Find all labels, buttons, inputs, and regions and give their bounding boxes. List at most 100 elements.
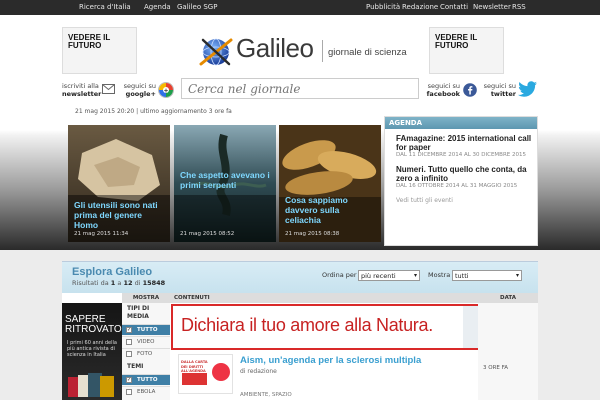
chevron-down-icon: ▾	[515, 272, 519, 279]
svg-text:+: +	[163, 87, 168, 94]
featured-date-3: 21 mag 2015 08:38	[285, 231, 340, 237]
filter-theme-tutto[interactable]: ✓ TUTTO	[122, 374, 170, 385]
featured-article-2[interactable]: Che aspetto avevano i primi serpenti 21 …	[174, 125, 276, 242]
facebook-link[interactable]: seguici su facebook	[422, 82, 460, 98]
twitter-text-top: seguici su	[483, 82, 516, 90]
globe-icon	[199, 38, 233, 66]
article-thumbnail[interactable]: DALLA CARTA DEI DIRITTI ALL'AGENDA	[178, 354, 233, 394]
featured-title-2[interactable]: Che aspetto avevano i primi serpenti	[180, 170, 272, 190]
checkbox-checked[interactable]: ✓	[126, 327, 132, 333]
checkbox-unchecked[interactable]	[126, 351, 132, 357]
article-title[interactable]: Aism, un'agenda per la sclerosi multipla	[240, 355, 421, 366]
featured-title-3[interactable]: Cosa sappiamo davvero sulla celiachia	[285, 195, 377, 225]
agenda-item-2-title[interactable]: Numeri. Tutto quello che conta, da zero …	[396, 165, 534, 183]
sapere-ritrovato-promo[interactable]: SAPERE RITROVATO I primi 60 anni della p…	[62, 303, 122, 400]
filter-media-tutto[interactable]: ✓ TUTTO	[122, 324, 170, 335]
nav-rss[interactable]: RSS	[512, 3, 526, 11]
thumbnail-circle	[212, 363, 230, 381]
article-tags[interactable]: AMBIENTE, SPAZIO	[240, 392, 292, 398]
article-author: di redazione	[240, 368, 277, 375]
top-nav-bar: Ricerca d'Italia Agenda Galileo SGP Pubb…	[0, 0, 600, 15]
google-text-top: seguici su	[123, 82, 156, 90]
google-plus-icon[interactable]: +	[158, 82, 174, 98]
twitter-text-bottom: twitter	[490, 90, 516, 98]
checkbox-unchecked[interactable]	[126, 389, 132, 395]
agenda-item-1-dates: DAL 11 DICEMBRE 2014 AL 30 DICEMBRE 2015	[396, 152, 526, 158]
logo-separator	[322, 40, 323, 62]
ad-right-text: VEDERE IL FUTURO	[435, 33, 478, 50]
filter-panel: TIPI DI MEDIA ✓ TUTTO VIDEO FOTO TEMI ✓ …	[122, 303, 170, 400]
featured-title-1[interactable]: Gli utensili sono nati prima del genere …	[74, 200, 166, 230]
newsletter-text-bottom: newsletter	[62, 90, 102, 98]
column-header-contenuti: CONTENUTI	[170, 293, 478, 303]
checkbox-unchecked[interactable]	[126, 339, 132, 345]
google-link[interactable]: seguici su google+	[118, 82, 156, 98]
results-prefix: Risultati da	[72, 279, 109, 287]
dateline: 21 mag 2015 20:20 | ultimo aggiornamento…	[75, 108, 232, 115]
nav-redazione[interactable]: Redazione	[402, 3, 438, 11]
media-type-label: TIPI DI MEDIA	[127, 305, 150, 320]
search-input[interactable]	[188, 82, 412, 96]
explore-bar: Esplora Galileo Risultati da 1 a 12 di 1…	[62, 261, 538, 293]
ad-left[interactable]: VEDERE IL FUTURO	[62, 27, 137, 74]
filter-media-foto-label: FOTO	[137, 351, 153, 357]
order-label: Ordina per	[322, 271, 357, 279]
article-time: 3 ORE FA	[483, 365, 509, 371]
envelope-icon[interactable]	[102, 84, 115, 94]
nav-pubblicita[interactable]: Pubblicità	[366, 3, 400, 11]
filter-media-video-label: VIDEO	[137, 339, 155, 345]
logo-name: Galileo	[236, 33, 314, 63]
facebook-icon[interactable]	[463, 83, 477, 97]
filter-theme-ebola[interactable]: EBOLA	[122, 386, 170, 397]
thumbnail-red-block	[182, 373, 207, 385]
newsletter-text-top: iscriviti alla	[62, 82, 99, 90]
order-select[interactable]: più recenti ▾	[358, 270, 420, 281]
featured-date-2: 21 mag 2015 08:52	[180, 231, 235, 237]
column-header-mostra: MOSTRA	[122, 293, 170, 303]
twitter-bird-icon[interactable]	[518, 81, 538, 97]
results-to: 12	[123, 279, 133, 287]
filter-theme-ebola-label: EBOLA	[137, 389, 156, 395]
logo-tagline: giornale di scienza	[328, 47, 407, 58]
results-mid: a	[117, 279, 122, 287]
newsletter-link[interactable]: iscriviti alla newsletter	[62, 82, 102, 98]
filter-media-foto[interactable]: FOTO	[122, 348, 170, 359]
ad-left-text: VEDERE IL FUTURO	[68, 33, 111, 50]
chevron-down-icon: ▾	[413, 272, 417, 279]
facebook-text-top: seguici su	[427, 82, 460, 90]
twitter-link[interactable]: seguici su twitter	[478, 82, 516, 98]
nav-agenda[interactable]: Agenda	[144, 3, 171, 11]
agenda-panel: AGENDA FAmagazine: 2015 international ca…	[384, 116, 538, 246]
sapere-title: SAPERE RITROVATO	[65, 314, 122, 335]
thumbnail-caption: DALLA CARTA DEI DIRITTI ALL'AGENDA	[181, 360, 208, 373]
featured-article-1[interactable]: Gli utensili sono nati prima del genere …	[68, 125, 170, 242]
nav-contatti[interactable]: Contatti	[440, 3, 468, 11]
featured-date-1: 21 mag 2015 11:34	[74, 231, 129, 237]
featured-article-3[interactable]: Cosa sappiamo davvero sulla celiachia 21…	[279, 125, 381, 242]
filter-media-video[interactable]: VIDEO	[122, 336, 170, 347]
show-value: tutti	[455, 272, 469, 280]
agenda-item-1-title[interactable]: FAmagazine: 2015 international call for …	[396, 134, 534, 152]
filter-theme-tutto-label: TUTTO	[137, 377, 158, 383]
nav-galileo-sgp[interactable]: Galileo SGP	[177, 3, 217, 11]
explore-heading: Esplora Galileo	[72, 266, 153, 278]
ad-right[interactable]: VEDERE IL FUTURO	[429, 27, 504, 74]
order-value: più recenti	[361, 272, 396, 280]
date-column: 3 ORE FA	[478, 303, 538, 400]
agenda-see-all-link[interactable]: Vedi tutti gli eventi	[396, 197, 453, 204]
search-box	[181, 78, 419, 99]
nav-ricerca-italia[interactable]: Ricerca d'Italia	[79, 3, 131, 11]
show-select[interactable]: tutti ▾	[452, 270, 522, 281]
results-from: 1	[110, 279, 116, 287]
results-count: Risultati da 1 a 12 di 15848	[72, 279, 165, 287]
column-header-data: DATA	[478, 293, 538, 303]
nav-newsletter[interactable]: Newsletter	[473, 3, 511, 11]
themes-label: TEMI	[127, 363, 144, 370]
filter-media-tutto-label: TUTTO	[137, 327, 158, 333]
site-logo[interactable]: Galileo giornale di scienza	[196, 32, 411, 70]
magazine-covers-image	[68, 373, 114, 397]
checkbox-checked[interactable]: ✓	[126, 377, 132, 383]
results-total: 15848	[142, 279, 166, 287]
agenda-item-2-dates: DAL 16 OTTOBRE 2014 AL 31 MAGGIO 2015	[396, 183, 518, 189]
results-of: di	[134, 279, 141, 287]
